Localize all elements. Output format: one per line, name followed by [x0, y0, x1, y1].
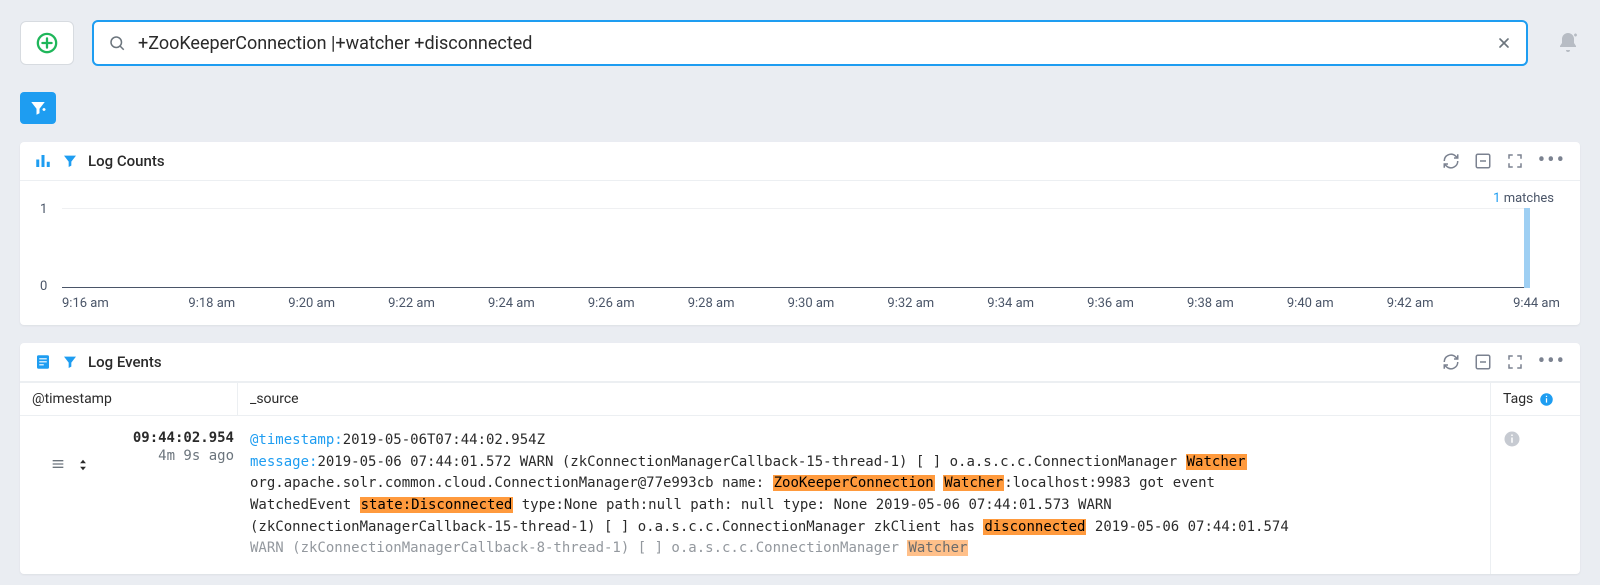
fullscreen-button[interactable] [1506, 353, 1524, 371]
msg-text: :localhost:9983 got event [1004, 475, 1215, 491]
search-input-wrap [92, 20, 1528, 66]
highlight-zookeeperconnection: ZooKeeperConnection [773, 475, 935, 491]
highlight-watcher: Watcher [943, 475, 1004, 491]
event-source-cell: @timestamp:2019-05-06T07:44:02.954Z mess… [238, 416, 1490, 574]
log-events-header: Log Events ••• [20, 343, 1580, 382]
x-tick: 9:34 am [961, 296, 1061, 311]
highlight-watcher: Watcher [1186, 454, 1247, 470]
log-counts-header: Log Counts ••• [20, 142, 1580, 181]
event-timestamp-cell: 09:44:02.954 4m 9s ago [92, 416, 238, 574]
x-tick: 9:32 am [861, 296, 961, 311]
collapse-button[interactable] [1474, 152, 1492, 170]
highlight-disconnected: disconnected [983, 519, 1086, 535]
y-tick-1: 1 [40, 202, 47, 217]
msg-text-faded: WARN (zkConnectionManagerCallback-8-thre… [250, 540, 907, 556]
add-filter-button[interactable] [20, 92, 56, 124]
search-icon [108, 34, 126, 52]
refresh-button[interactable] [1442, 152, 1460, 170]
highlight-watcher-faded: Watcher [907, 540, 968, 556]
log-counts-chart: 1 matches 1 0 9:16 am 9:18 am 9:20 am 9:… [20, 181, 1580, 325]
event-timestamp: 09:44:02.954 [92, 430, 234, 446]
clear-search-button[interactable] [1496, 35, 1512, 51]
top-bar [0, 0, 1600, 86]
fullscreen-button[interactable] [1506, 152, 1524, 170]
x-tick: 9:22 am [362, 296, 462, 311]
x-tick: 9:42 am [1360, 296, 1460, 311]
x-tick: 9:44 am [1460, 296, 1560, 311]
row-expand-icon[interactable] [76, 456, 90, 574]
msg-text: WatchedEvent [250, 497, 360, 513]
info-icon[interactable] [1539, 392, 1554, 407]
x-tick: 9:26 am [561, 296, 661, 311]
matches-label: 1 matches [40, 191, 1560, 208]
event-tags-cell [1490, 416, 1580, 574]
document-icon [34, 353, 52, 371]
search-input[interactable] [138, 33, 1484, 54]
events-column-headers: @timestamp _source Tags [20, 382, 1580, 416]
x-tick: 9:38 am [1160, 296, 1260, 311]
log-events-title: Log Events [88, 353, 162, 371]
plus-circle-icon [36, 32, 58, 54]
x-tick: 9:16 am [62, 296, 162, 311]
x-tick: 9:18 am [162, 296, 262, 311]
column-header-timestamp[interactable]: @timestamp [20, 383, 238, 415]
msg-text: (zkConnectionManagerCallback-15-thread-1… [250, 519, 983, 535]
refresh-button[interactable] [1442, 353, 1460, 371]
chart-bar[interactable] [1524, 208, 1530, 288]
highlight-state-disconnected: state:Disconnected [360, 497, 514, 513]
log-events-panel: Log Events ••• @timestamp _source Tags 0… [20, 343, 1580, 574]
log-counts-title: Log Counts [88, 152, 165, 170]
filter-icon[interactable] [62, 153, 78, 169]
x-tick: 9:36 am [1061, 296, 1161, 311]
event-time-ago: 4m 9s ago [92, 448, 234, 464]
add-button[interactable] [20, 21, 74, 65]
x-tick: 9:20 am [262, 296, 362, 311]
msg-text: 2019-05-06 07:44:01.574 [1086, 519, 1288, 535]
field-val-timestamp: 2019-05-06T07:44:02.954Z [343, 432, 545, 448]
collapse-button[interactable] [1474, 353, 1492, 371]
column-header-source[interactable]: _source [238, 383, 1490, 415]
tag-add-icon[interactable] [1503, 430, 1521, 448]
x-tick: 9:28 am [661, 296, 761, 311]
filter-plus-icon [29, 99, 47, 117]
msg-text [935, 475, 943, 491]
x-axis-ticks: 9:16 am 9:18 am 9:20 am 9:22 am 9:24 am … [62, 296, 1560, 311]
row-menu-icon[interactable] [50, 456, 66, 574]
msg-text: type:None path:null path: null type: Non… [513, 497, 1111, 513]
chart-plot-area[interactable]: 1 0 [62, 208, 1560, 288]
x-tick: 9:24 am [461, 296, 561, 311]
column-header-tags[interactable]: Tags [1490, 383, 1580, 415]
log-counts-panel: Log Counts ••• 1 matches 1 0 9:16 am 9:1… [20, 142, 1580, 325]
filter-bar [0, 86, 1600, 142]
alerts-icon[interactable] [1556, 31, 1580, 55]
x-tick: 9:40 am [1260, 296, 1360, 311]
filter-icon[interactable] [62, 354, 78, 370]
field-key-timestamp: @timestamp: [250, 432, 343, 448]
field-key-message: message: [250, 454, 317, 470]
msg-text: 2019-05-06 07:44:01.572 WARN (zkConnecti… [317, 454, 1185, 470]
event-row: 09:44:02.954 4m 9s ago @timestamp:2019-0… [20, 416, 1580, 574]
bar-chart-icon [34, 152, 52, 170]
y-tick-0: 0 [40, 279, 47, 294]
tags-label: Tags [1503, 391, 1533, 407]
msg-text: org.apache.solr.common.cloud.ConnectionM… [250, 475, 773, 491]
x-tick: 9:30 am [761, 296, 861, 311]
